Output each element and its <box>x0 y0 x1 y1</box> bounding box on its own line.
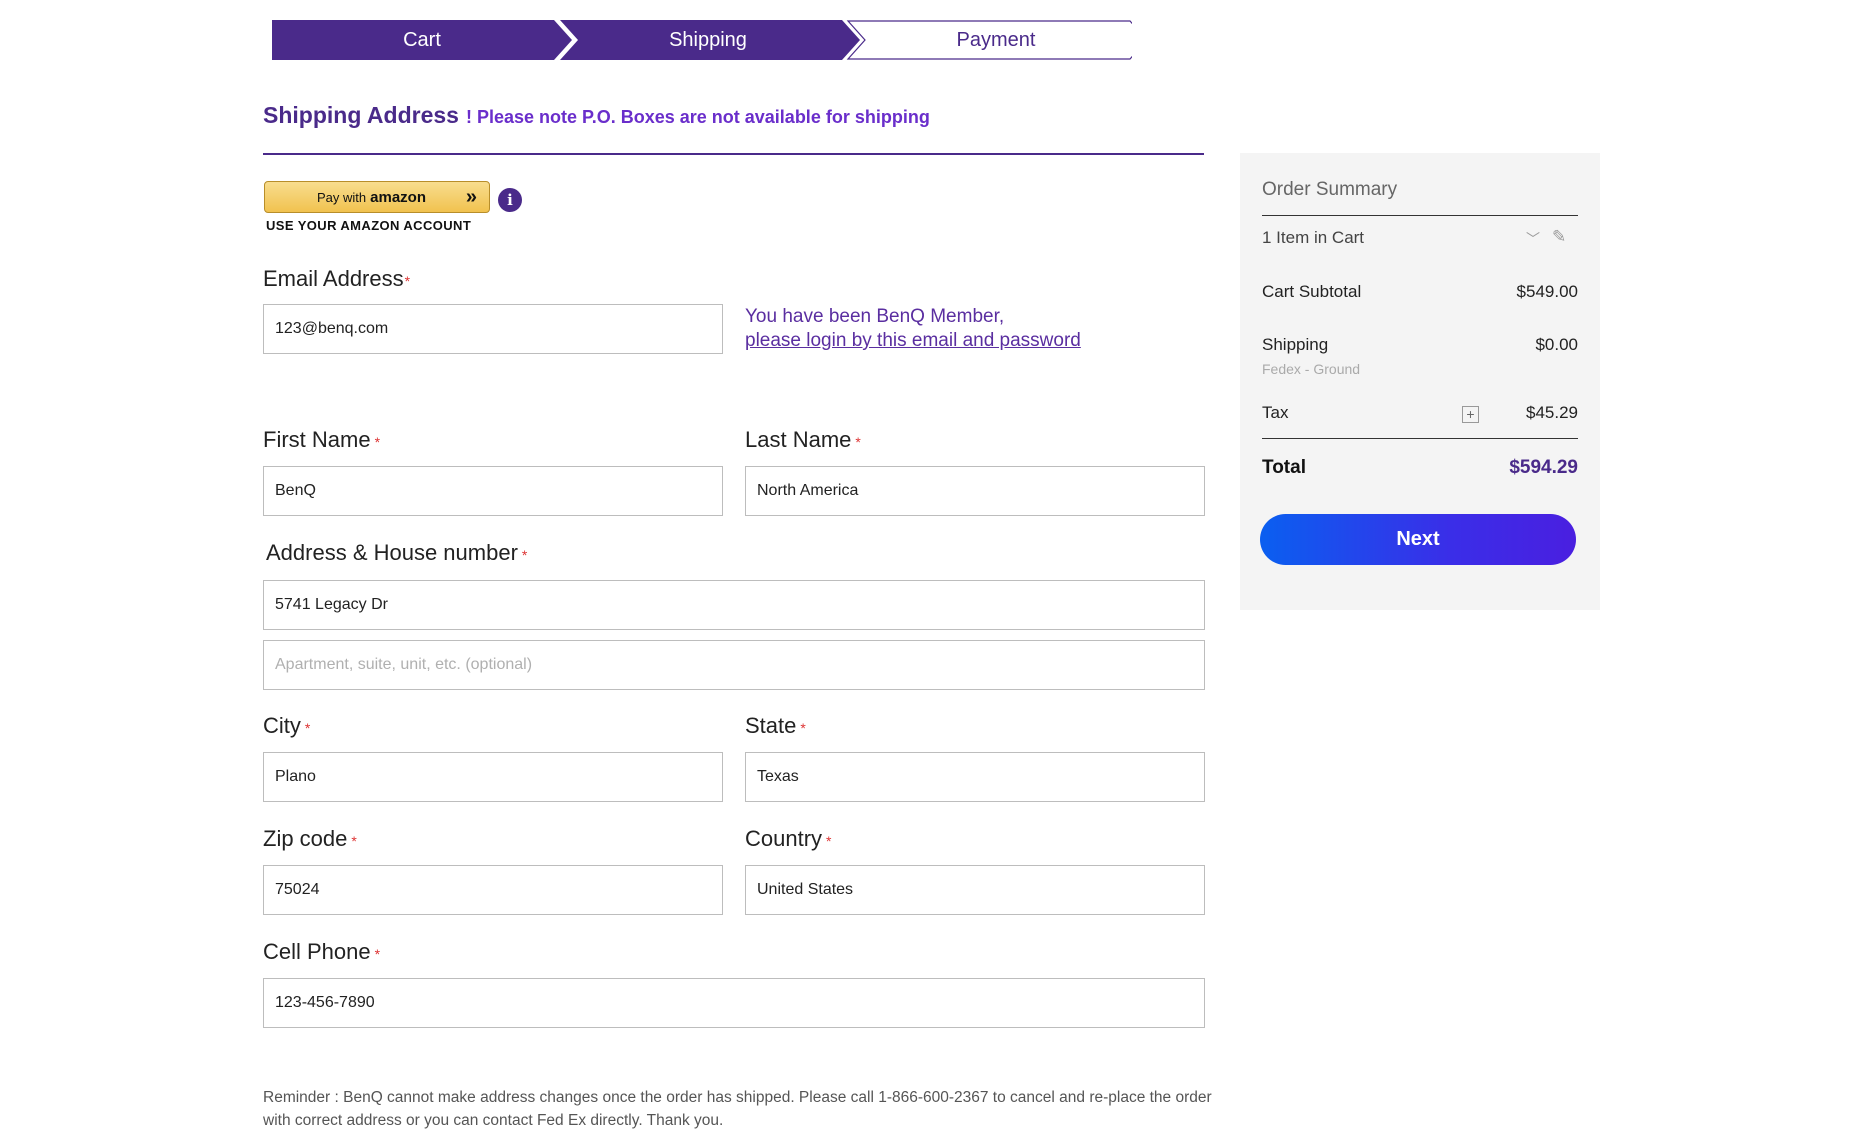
total-label: Total <box>1262 457 1306 478</box>
required-mark: * <box>521 547 528 563</box>
header-divider <box>263 153 1204 155</box>
summary-title: Order Summary <box>1262 179 1398 200</box>
member-note: You have been BenQ Member, please login … <box>745 305 1081 353</box>
email-label: Email Address* <box>263 266 410 292</box>
last-name-label: Last Name * <box>745 427 861 453</box>
tax-value: $45.29 <box>1526 403 1578 422</box>
phone-label: Cell Phone * <box>263 939 380 965</box>
state-label: State * <box>745 713 806 739</box>
required-mark: * <box>304 720 311 736</box>
amazon-logo: amazon <box>370 188 426 206</box>
step-cart[interactable]: Cart <box>292 20 552 60</box>
step-payment[interactable]: Payment <box>866 20 1126 60</box>
city-field[interactable] <box>263 752 723 802</box>
last-name-field[interactable] <box>745 466 1205 516</box>
summary-divider-total <box>1262 438 1578 439</box>
zip-label-text: Zip code <box>263 826 348 851</box>
country-field[interactable] <box>745 865 1205 915</box>
shipping-method: Fedex - Ground <box>1262 361 1361 377</box>
address-label-text: Address & House number <box>266 540 518 565</box>
pencil-icon[interactable]: ✎ <box>1552 227 1566 247</box>
po-box-note: ! Please note P.O. Boxes are not availab… <box>466 107 930 127</box>
first-name-label: First Name * <box>263 427 380 453</box>
double-chevron-right-icon: » <box>465 186 477 208</box>
summary-divider <box>1262 215 1578 216</box>
required-mark: * <box>351 833 357 849</box>
required-mark: * <box>800 720 806 736</box>
first-name-field[interactable] <box>263 466 723 516</box>
zip-field[interactable] <box>263 865 723 915</box>
phone-label-text: Cell Phone <box>263 939 371 964</box>
zip-label: Zip code * <box>263 826 357 852</box>
first-name-label-text: First Name <box>263 427 371 452</box>
address2-field[interactable] <box>263 640 1205 690</box>
checkout-progress: Cart Shipping Payment <box>272 20 1132 60</box>
state-label-text: State <box>745 713 797 738</box>
amazon-caption: USE YOUR AMAZON ACCOUNT <box>266 218 472 233</box>
next-button[interactable]: Next <box>1260 514 1576 565</box>
amazon-button-prefix: Pay with <box>317 189 367 205</box>
shipping-value: $0.00 <box>1535 335 1578 354</box>
address-field[interactable] <box>263 580 1205 630</box>
tax-label: Tax <box>1262 403 1289 422</box>
login-link[interactable]: please login by this email and password <box>745 329 1081 353</box>
city-label-text: City <box>263 713 301 738</box>
order-summary: Order Summary 1 Item in Cart ﹀ ✎ Cart Su… <box>1240 153 1600 610</box>
country-label-text: Country <box>745 826 823 851</box>
email-label-text: Email Address <box>263 266 404 291</box>
info-icon[interactable]: i <box>498 188 522 212</box>
total-value: $594.29 <box>1509 457 1578 478</box>
pay-with-amazon-button[interactable]: Pay with amazon » <box>264 181 490 213</box>
phone-field[interactable] <box>263 978 1205 1028</box>
country-label: Country * <box>745 826 832 852</box>
required-mark: * <box>374 946 381 962</box>
cart-subtotal-label: Cart Subtotal <box>1262 282 1362 301</box>
cart-subtotal-value: $549.00 <box>1516 282 1578 301</box>
address-label: Address & House number * <box>266 540 527 566</box>
city-label: City * <box>263 713 310 739</box>
page-title: Shipping Address <box>263 102 459 128</box>
reminder-text: Reminder : BenQ cannot make address chan… <box>263 1089 1212 1129</box>
member-note-text: You have been BenQ Member, <box>745 306 1005 327</box>
required-mark: * <box>374 434 381 450</box>
required-mark: * <box>826 833 832 849</box>
chevron-down-icon[interactable]: ﹀ <box>1526 229 1540 249</box>
cart-items-toggle[interactable]: 1 Item in Cart <box>1262 228 1364 248</box>
plus-icon[interactable]: + <box>1462 406 1479 423</box>
step-shipping[interactable]: Shipping <box>578 20 838 60</box>
email-field[interactable] <box>263 304 723 354</box>
required-mark: * <box>404 273 411 289</box>
required-mark: * <box>855 434 861 450</box>
state-field[interactable] <box>745 752 1205 802</box>
last-name-label-text: Last Name <box>745 427 852 452</box>
shipping-label: Shipping <box>1262 335 1329 354</box>
